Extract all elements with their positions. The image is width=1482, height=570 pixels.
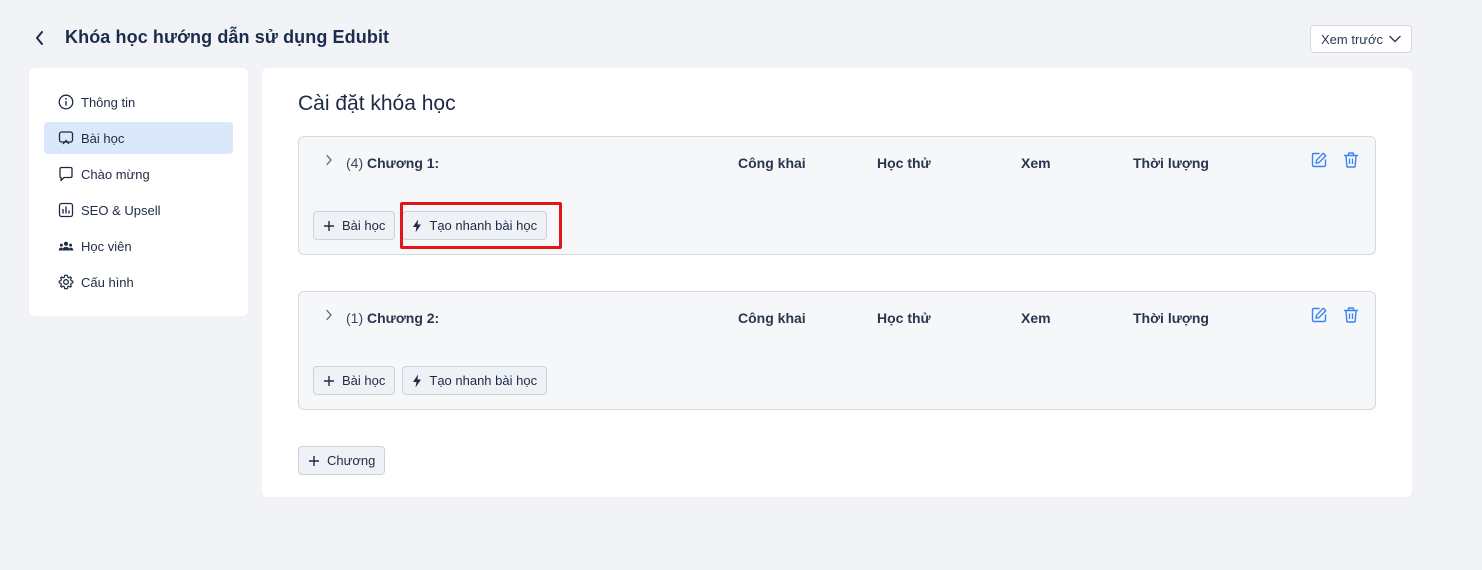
sidebar-item-label: Cấu hình (81, 274, 134, 290)
bar-chart-icon (58, 202, 74, 218)
sidebar-item-students[interactable]: Học viên (44, 230, 233, 262)
plus-icon (309, 455, 319, 466)
trash-icon (1343, 152, 1359, 168)
chapter-title: (1) Chương 2: (346, 310, 439, 326)
edit-chapter-button[interactable] (1310, 151, 1328, 169)
add-lesson-button[interactable]: Bài học (313, 366, 396, 395)
chapter-header: (4) Chương 1: Công khai Học thử Xem Thời… (299, 151, 1375, 175)
sidebar-item-lessons[interactable]: Bài học (44, 122, 233, 154)
column-duration: Thời lượng (1133, 310, 1209, 326)
quick-create-label: Tạo nhanh bài học (429, 373, 538, 388)
lightning-icon (413, 219, 422, 232)
edit-icon (1311, 307, 1327, 323)
sidebar-item-seo[interactable]: SEO & Upsell (44, 194, 233, 226)
chapter-actions: Bài học Tạo nhanh bài học (313, 366, 548, 395)
add-lesson-label: Bài học (342, 218, 386, 233)
sidebar-item-label: Thông tin (81, 94, 136, 110)
sidebar-item-label: SEO & Upsell (81, 202, 161, 218)
lesson-count: (4) (346, 155, 364, 171)
sidebar-item-label: Bài học (81, 130, 125, 146)
column-public: Công khai (738, 310, 806, 326)
edit-chapter-button[interactable] (1310, 306, 1328, 324)
plus-icon (324, 375, 334, 386)
lesson-icon (58, 130, 74, 146)
edit-icon (1311, 152, 1327, 168)
delete-chapter-button[interactable] (1342, 151, 1360, 169)
chapter-name: Chương 2: (367, 310, 440, 326)
add-chapter-label: Chương (327, 453, 376, 468)
trash-icon (1343, 307, 1359, 323)
column-trial: Học thử (877, 310, 931, 326)
header: Khóa học hướng dẫn sử dụng Edubit Xem tr… (30, 24, 1412, 54)
chapter-header: (1) Chương 2: Công khai Học thử Xem Thời… (299, 306, 1375, 330)
chevron-right-icon (326, 309, 332, 321)
quick-create-label: Tạo nhanh bài học (429, 218, 538, 233)
column-views: Xem (1021, 310, 1051, 326)
chapter-title: (4) Chương 1: (346, 155, 439, 171)
section-title: Cài đặt khóa học (298, 92, 456, 115)
sidebar-item-welcome[interactable]: Chào mừng (44, 158, 233, 190)
column-views: Xem (1021, 155, 1051, 171)
preview-dropdown[interactable]: Xem trước (1310, 25, 1412, 53)
expand-chapter-button[interactable] (323, 308, 335, 322)
users-icon (58, 238, 74, 254)
quick-create-lesson-button[interactable]: Tạo nhanh bài học (402, 211, 548, 240)
add-chapter-button[interactable]: Chương (298, 446, 386, 475)
lightning-icon (413, 374, 422, 387)
chat-bubble-icon (58, 166, 74, 182)
column-duration: Thời lượng (1133, 155, 1209, 171)
sidebar-item-info[interactable]: Thông tin (44, 86, 233, 118)
sidebar: Thông tin Bài học Chào mừng SEO & Upsell… (29, 68, 248, 316)
add-lesson-label: Bài học (342, 373, 386, 388)
sidebar-item-settings[interactable]: Cấu hình (44, 266, 233, 298)
gear-icon (58, 274, 74, 290)
sidebar-item-label: Học viên (81, 238, 132, 254)
column-trial: Học thử (877, 155, 931, 171)
column-public: Công khai (738, 155, 806, 171)
add-lesson-button[interactable]: Bài học (313, 211, 396, 240)
lesson-count: (1) (346, 310, 364, 326)
quick-create-lesson-button[interactable]: Tạo nhanh bài học (402, 366, 548, 395)
expand-chapter-button[interactable] (323, 153, 335, 167)
chapter-card: (4) Chương 1: Công khai Học thử Xem Thời… (298, 136, 1376, 255)
main-panel: Cài đặt khóa học (4) Chương 1: Công khai… (262, 68, 1412, 497)
delete-chapter-button[interactable] (1342, 306, 1360, 324)
chapter-actions: Bài học Tạo nhanh bài học (313, 211, 548, 240)
chapter-name: Chương 1: (367, 155, 440, 171)
info-icon (58, 94, 74, 110)
back-button[interactable] (30, 28, 50, 48)
sidebar-item-label: Chào mừng (81, 166, 150, 182)
page-title: Khóa học hướng dẫn sử dụng Edubit (65, 27, 390, 47)
chapter-card: (1) Chương 2: Công khai Học thử Xem Thời… (298, 291, 1376, 410)
preview-label: Xem trước (1320, 31, 1383, 47)
chevron-left-icon (36, 31, 43, 45)
plus-icon (324, 220, 334, 231)
chevron-right-icon (326, 154, 332, 166)
chevron-down-icon (1389, 35, 1401, 43)
